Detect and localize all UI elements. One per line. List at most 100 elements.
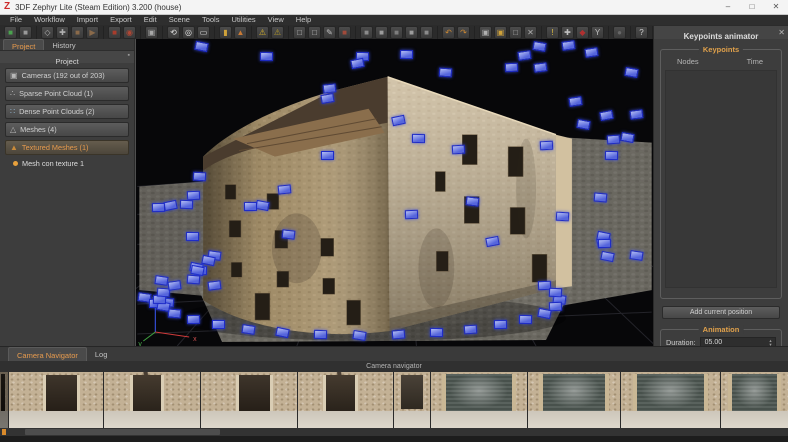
camera-frustum-marker[interactable]	[464, 324, 478, 334]
cloud-icon[interactable]: ●	[613, 26, 626, 39]
warning-icon[interactable]: ⚠	[256, 26, 269, 39]
zoom-selection-icon[interactable]: ▣	[479, 26, 492, 39]
view-mode-2-icon[interactable]: ■	[375, 26, 388, 39]
view-mode-4-icon[interactable]: ■	[405, 26, 418, 39]
warning-small-icon[interactable]: ⚠	[271, 26, 284, 39]
maximize-button[interactable]: □	[740, 0, 764, 14]
camera-frustum-marker[interactable]	[244, 202, 257, 211]
view-mode-3-icon[interactable]: ■	[390, 26, 403, 39]
camera-frustum-marker[interactable]	[241, 324, 255, 335]
camera-frustum-marker[interactable]	[549, 288, 562, 298]
axes-icon[interactable]: ✚	[561, 26, 574, 39]
camera-frustum-marker[interactable]	[404, 209, 417, 218]
camera-thumbnail[interactable]	[104, 372, 200, 428]
camera-frustum-marker[interactable]	[168, 308, 182, 318]
tab-history[interactable]: History	[44, 39, 83, 50]
orbit-icon[interactable]: ⟲	[167, 26, 180, 39]
menu-workflow[interactable]: Workflow	[28, 15, 71, 25]
open-project-icon[interactable]: ■	[19, 26, 32, 39]
delete-box-icon[interactable]: ■	[108, 26, 121, 39]
camera-frustum-marker[interactable]	[569, 96, 583, 107]
camera-thumbnail[interactable]	[201, 372, 297, 428]
move-icon[interactable]: ✚	[56, 26, 69, 39]
help-icon[interactable]: ?	[635, 26, 648, 39]
camera-frustum-marker[interactable]	[584, 47, 598, 58]
camera-thumbnail[interactable]	[528, 372, 620, 428]
camera-frustum-marker[interactable]	[180, 200, 193, 209]
camera-frustum-marker[interactable]	[556, 211, 570, 221]
zoom-extents-icon[interactable]: ▣	[494, 26, 507, 39]
menu-import[interactable]: Import	[71, 15, 104, 25]
menu-scene[interactable]: Scene	[163, 15, 196, 25]
camera-frustum-marker[interactable]	[281, 229, 295, 239]
menu-file[interactable]: File	[4, 15, 28, 25]
camera-frustum-marker[interactable]	[539, 140, 552, 150]
camera-frustum-marker[interactable]	[193, 172, 206, 182]
export-icon[interactable]: ▶	[86, 26, 99, 39]
camera-frustum-marker[interactable]	[278, 184, 292, 194]
camera-frustum-marker[interactable]	[186, 274, 200, 284]
tree-item-meshes[interactable]: △Meshes (4)	[5, 122, 129, 137]
flag-icon[interactable]: ◆	[576, 26, 589, 39]
camera-frustum-marker[interactable]	[598, 239, 611, 248]
camera-frustum-marker[interactable]	[594, 193, 608, 203]
import-icon[interactable]: ■	[71, 26, 84, 39]
camera-frustum-marker[interactable]	[439, 67, 453, 77]
camera-frustum-marker[interactable]	[186, 232, 199, 241]
rect-select-icon[interactable]: □	[293, 26, 306, 39]
view-mode-5-icon[interactable]: ■	[420, 26, 433, 39]
keypoints-list[interactable]	[665, 70, 777, 288]
camera-thumbnail[interactable]	[721, 372, 788, 428]
add-current-position-button[interactable]: Add current position	[662, 306, 780, 319]
camera-frustum-marker[interactable]	[154, 275, 168, 286]
scrollbar-thumb[interactable]	[25, 429, 220, 435]
tab-log[interactable]: Log	[87, 347, 116, 361]
tree-item-cameras[interactable]: ▣Cameras (192 out of 203)	[5, 68, 129, 83]
camera-frustum-marker[interactable]	[321, 151, 334, 160]
camera-frustum-marker[interactable]	[576, 119, 590, 130]
camera-frustum-marker[interactable]	[465, 196, 479, 207]
camera-frustum-marker[interactable]	[314, 330, 327, 339]
camera-frustum-marker[interactable]	[562, 40, 576, 51]
poly-select-icon[interactable]: □	[308, 26, 321, 39]
menu-edit[interactable]: Edit	[138, 15, 163, 25]
branch-icon[interactable]: Y	[591, 26, 604, 39]
camera-thumbnail[interactable]	[298, 372, 393, 428]
tree-item-textured-meshes[interactable]: ▲Textured Meshes (1)	[5, 140, 129, 155]
camera-frustum-marker[interactable]	[601, 250, 616, 261]
camera-thumbnail[interactable]	[0, 372, 8, 428]
close-button[interactable]: ✕	[764, 0, 788, 14]
control-point-icon[interactable]: ◉	[123, 26, 136, 39]
lasso-icon[interactable]: ✎	[323, 26, 336, 39]
camera-frustum-marker[interactable]	[412, 134, 425, 143]
lock-icon[interactable]: ▮	[219, 26, 232, 39]
camera-frustum-marker[interactable]	[259, 52, 272, 61]
camera-frustum-marker[interactable]	[533, 62, 547, 73]
menu-tools[interactable]: Tools	[196, 15, 226, 25]
new-project-icon[interactable]: ■	[4, 26, 17, 39]
undo-icon[interactable]: ↶	[442, 26, 455, 39]
camera-frustum-marker[interactable]	[392, 330, 406, 340]
camera-frustum-marker[interactable]	[599, 109, 613, 120]
menu-view[interactable]: View	[262, 15, 290, 25]
redo-icon[interactable]: ↷	[457, 26, 470, 39]
camera-frustum-marker[interactable]	[504, 63, 517, 73]
delete-icon[interactable]: ✕	[524, 26, 537, 39]
camera-frustum-marker[interactable]	[207, 280, 221, 291]
camera-frustum-marker[interactable]	[429, 328, 442, 337]
camera-thumbnail[interactable]	[431, 372, 527, 428]
camera-frustum-marker[interactable]	[352, 330, 366, 341]
tree-item-sparse-point-cloud[interactable]: ∴Sparse Point Cloud (1)	[5, 86, 129, 101]
person-icon[interactable]: ▲	[234, 26, 247, 39]
pan-icon[interactable]: ▭	[197, 26, 210, 39]
camera-thumbnail[interactable]	[621, 372, 720, 428]
camera-frustum-marker[interactable]	[187, 191, 200, 201]
minimize-button[interactable]: –	[716, 0, 740, 14]
menu-utilities[interactable]: Utilities	[225, 15, 261, 25]
camera-frustum-marker[interactable]	[494, 320, 507, 329]
camera-frustum-marker[interactable]	[400, 50, 413, 59]
camera-frustum-marker[interactable]	[452, 145, 466, 155]
thumbnail-scrollbar[interactable]	[0, 428, 788, 436]
rotate-icon[interactable]: ◎	[182, 26, 195, 39]
pin-icon[interactable]: ▪	[128, 52, 130, 59]
